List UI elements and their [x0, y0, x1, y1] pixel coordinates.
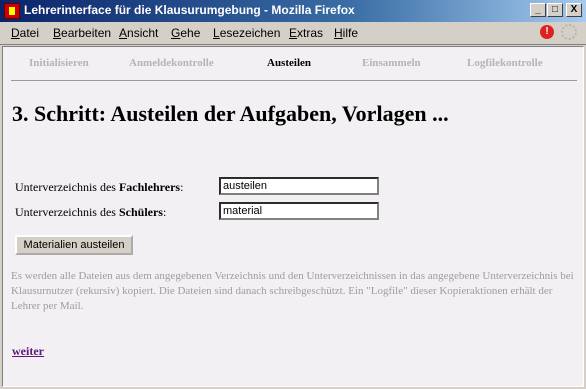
window-title: Lehrerinterface für die Klausurumgebung … [24, 3, 355, 17]
divider [11, 80, 577, 81]
menu-ansicht[interactable]: Ansicht [119, 26, 158, 40]
menu-extras[interactable]: Extras [289, 26, 323, 40]
menu-datei[interactable]: Datei [11, 26, 39, 40]
description-text: Es werden alle Dateien aus dem angegeben… [11, 270, 574, 312]
firefox-icon [4, 3, 20, 19]
step-initialisieren[interactable]: Initialisieren [29, 57, 89, 69]
maximize-button[interactable]: □ [547, 3, 563, 17]
page-title: 3. Schritt: Austeilen der Aufgaben, Vorl… [12, 101, 449, 126]
menu-hilfe[interactable]: Hilfe [334, 26, 358, 40]
menu-lesezeichen[interactable]: Lesezeichen [213, 26, 280, 40]
student-dir-input[interactable] [219, 202, 379, 220]
menubar: Datei Bearbeiten Ansicht Gehe Lesezeiche… [0, 22, 586, 45]
throbber-icon [561, 24, 577, 40]
menu-bearbeiten[interactable]: Bearbeiten [53, 26, 111, 40]
close-button[interactable]: X [566, 3, 582, 17]
page-content: Initialisieren Anmeldekontrolle Austeile… [2, 46, 584, 387]
step-anmeldekontrolle[interactable]: Anmeldekontrolle [129, 57, 214, 69]
next-link[interactable]: weiter [12, 344, 44, 359]
minimize-button[interactable]: _ [530, 3, 546, 17]
student-dir-label: Unterverzeichnis des Schülers: [15, 205, 167, 219]
distribute-materials-button[interactable]: Materialien austeilen [15, 235, 133, 255]
stop-icon[interactable]: ! [540, 25, 554, 39]
step-einsammeln[interactable]: Einsammeln [362, 57, 421, 69]
teacher-dir-input[interactable] [219, 177, 379, 195]
step-logfilekontrolle[interactable]: Logfilekontrolle [467, 57, 543, 69]
window-titlebar: Lehrerinterface für die Klausurumgebung … [0, 0, 586, 22]
menu-gehe[interactable]: Gehe [171, 26, 200, 40]
step-austeilen: Austeilen [267, 57, 311, 69]
teacher-dir-label: Unterverzeichnis des Fachlehrers: [15, 180, 184, 194]
